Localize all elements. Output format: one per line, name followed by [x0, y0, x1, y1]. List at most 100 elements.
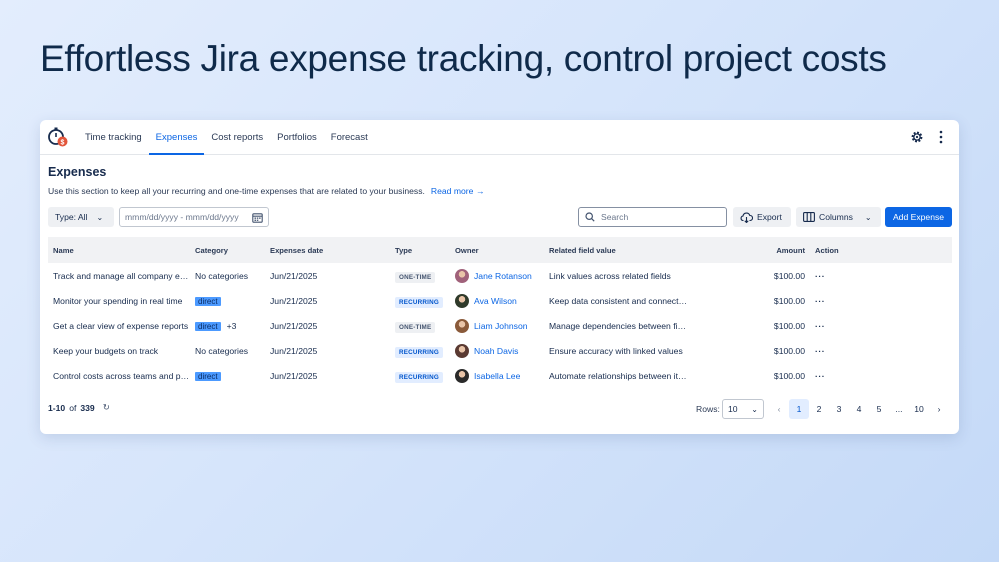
related-field-value: Link values across related fields: [549, 270, 671, 281]
expense-name[interactable]: Get a clear view of expense reports: [48, 313, 190, 338]
column-header-date[interactable]: Expenses date: [265, 237, 390, 263]
owner-link[interactable]: Ava Wilson: [474, 296, 517, 306]
section-title: Expenses: [48, 165, 107, 179]
rows-per-page-select[interactable]: 10 ⌄: [722, 399, 764, 419]
expense-name[interactable]: Monitor your spending in real time: [48, 288, 190, 313]
page-2[interactable]: 2: [809, 399, 829, 419]
rows-label: Rows:: [696, 404, 720, 414]
table-row[interactable]: Monitor your spending in real time direct…: [48, 288, 952, 313]
date-range-input[interactable]: mmm/dd/yyyy - mmm/dd/yyyy: [119, 207, 269, 227]
cloud-download-icon: [740, 212, 753, 223]
page-5[interactable]: 5: [869, 399, 889, 419]
owner-link[interactable]: Liam Johnson: [474, 321, 528, 331]
expense-date: Jun/21/2025: [270, 370, 318, 381]
chevron-down-icon: ⌄: [864, 212, 872, 222]
expense-date: Jun/21/2025: [270, 320, 318, 331]
owner-cell: Isabella Lee: [450, 363, 544, 388]
action-cell: ···: [810, 313, 952, 338]
page-1[interactable]: 1: [789, 399, 809, 419]
results-total: 339: [80, 402, 95, 413]
gear-icon[interactable]: [910, 130, 924, 144]
category-tag[interactable]: direct: [195, 321, 221, 331]
column-header-amount[interactable]: Amount: [688, 237, 810, 263]
action-cell: ···: [810, 363, 952, 388]
section-description: Use this section to keep all your recurr…: [48, 186, 484, 196]
expense-amount: $100.00: [773, 320, 805, 331]
owner-link[interactable]: Noah Davis: [474, 346, 518, 356]
expense-name[interactable]: Track and manage all company expenses: [48, 263, 190, 288]
table-header-row: Name Category Expenses date Type Owner R…: [48, 237, 952, 263]
expense-amount: $100.00: [773, 295, 805, 306]
expense-date: Jun/21/2025: [270, 270, 318, 281]
chevron-down-icon: ⌄: [96, 212, 104, 222]
owner-cell: Jane Rotanson: [450, 263, 544, 288]
columns-label: Columns: [819, 212, 853, 222]
category-cell: direct +3: [190, 313, 265, 338]
table-row[interactable]: Keep your budgets on track No categories J…: [48, 338, 952, 363]
calendar-icon[interactable]: [252, 212, 263, 223]
type-lozenge: ONE-TIME: [395, 321, 436, 333]
owner-link[interactable]: Isabella Lee: [474, 371, 520, 381]
tab-forecast[interactable]: Forecast: [324, 120, 375, 155]
column-header-owner[interactable]: Owner: [450, 237, 544, 263]
expenses-app-window: $ Time tracking Expenses Cost reports Po…: [40, 120, 959, 434]
tab-time-tracking[interactable]: Time tracking: [78, 120, 149, 155]
action-cell: ···: [810, 263, 952, 288]
expense-name[interactable]: Keep your budgets on track: [48, 338, 190, 363]
type-cell: ONE-TIME: [390, 313, 450, 338]
category-text: No categories: [195, 270, 249, 281]
action-cell: ···: [810, 288, 952, 313]
category-cell: No categories: [190, 263, 265, 288]
related-field-value: Ensure accuracy with linked values: [549, 345, 683, 356]
column-header-category[interactable]: Category: [190, 237, 265, 263]
export-label: Export: [757, 212, 782, 222]
type-cell: RECURRING: [390, 288, 450, 313]
row-actions-icon[interactable]: ···: [815, 371, 825, 381]
table-row[interactable]: Control costs across teams and projects d…: [48, 363, 952, 388]
column-header-name[interactable]: Name: [48, 237, 190, 263]
search-input[interactable]: Search: [578, 207, 727, 227]
row-actions-icon[interactable]: ···: [815, 296, 825, 306]
category-more-count[interactable]: +3: [227, 321, 237, 331]
table-row[interactable]: Track and manage all company expenses No …: [48, 263, 952, 288]
row-actions-icon[interactable]: ···: [815, 346, 825, 356]
type-filter-dropdown[interactable]: Type: All ⌄: [48, 207, 114, 227]
column-header-related[interactable]: Related field value: [544, 237, 688, 263]
category-tag[interactable]: direct: [195, 371, 221, 381]
related-field-value: Automate relationships between items: [549, 370, 688, 381]
columns-dropdown[interactable]: Columns ⌄: [796, 207, 881, 227]
prev-page-icon[interactable]: ‹: [769, 399, 789, 419]
page-ellipsis: ...: [895, 404, 903, 414]
expense-name[interactable]: Control costs across teams and projects: [48, 363, 190, 388]
type-cell: ONE-TIME: [390, 263, 450, 288]
next-page-icon[interactable]: ›: [929, 399, 949, 419]
tab-cost-reports[interactable]: Cost reports: [204, 120, 270, 155]
avatar: [455, 268, 469, 283]
add-expense-button[interactable]: Add Expense: [885, 207, 952, 227]
tab-expenses[interactable]: Expenses: [148, 120, 205, 155]
refresh-icon[interactable]: ↻: [103, 402, 110, 413]
arrow-right-icon: →: [475, 186, 485, 196]
type-lozenge: RECURRING: [395, 296, 443, 308]
page-10[interactable]: 10: [909, 399, 929, 419]
column-header-type[interactable]: Type: [390, 237, 450, 263]
owner-cell: Noah Davis: [450, 338, 544, 363]
read-more-link[interactable]: Read more →: [431, 186, 485, 196]
owner-link[interactable]: Jane Rotanson: [474, 271, 532, 281]
row-actions-icon[interactable]: ···: [815, 321, 825, 331]
read-more-label: Read more: [430, 186, 474, 196]
avatar: [455, 293, 469, 308]
table-row[interactable]: Get a clear view of expense reports direc…: [48, 313, 952, 338]
tab-portfolios[interactable]: Portfolios: [270, 120, 324, 155]
page-4[interactable]: 4: [849, 399, 869, 419]
top-navigation: $ Time tracking Expenses Cost reports Po…: [40, 120, 959, 155]
type-cell: RECURRING: [390, 363, 450, 388]
category-tag[interactable]: direct: [195, 296, 221, 306]
export-button[interactable]: Export: [733, 207, 791, 227]
avatar: [455, 368, 469, 383]
page-title: Effortless Jira expense tracking, contro…: [40, 38, 887, 79]
search-icon: [585, 212, 595, 222]
page-3[interactable]: 3: [829, 399, 849, 419]
more-options-icon[interactable]: [938, 130, 944, 144]
row-actions-icon[interactable]: ···: [815, 271, 825, 281]
